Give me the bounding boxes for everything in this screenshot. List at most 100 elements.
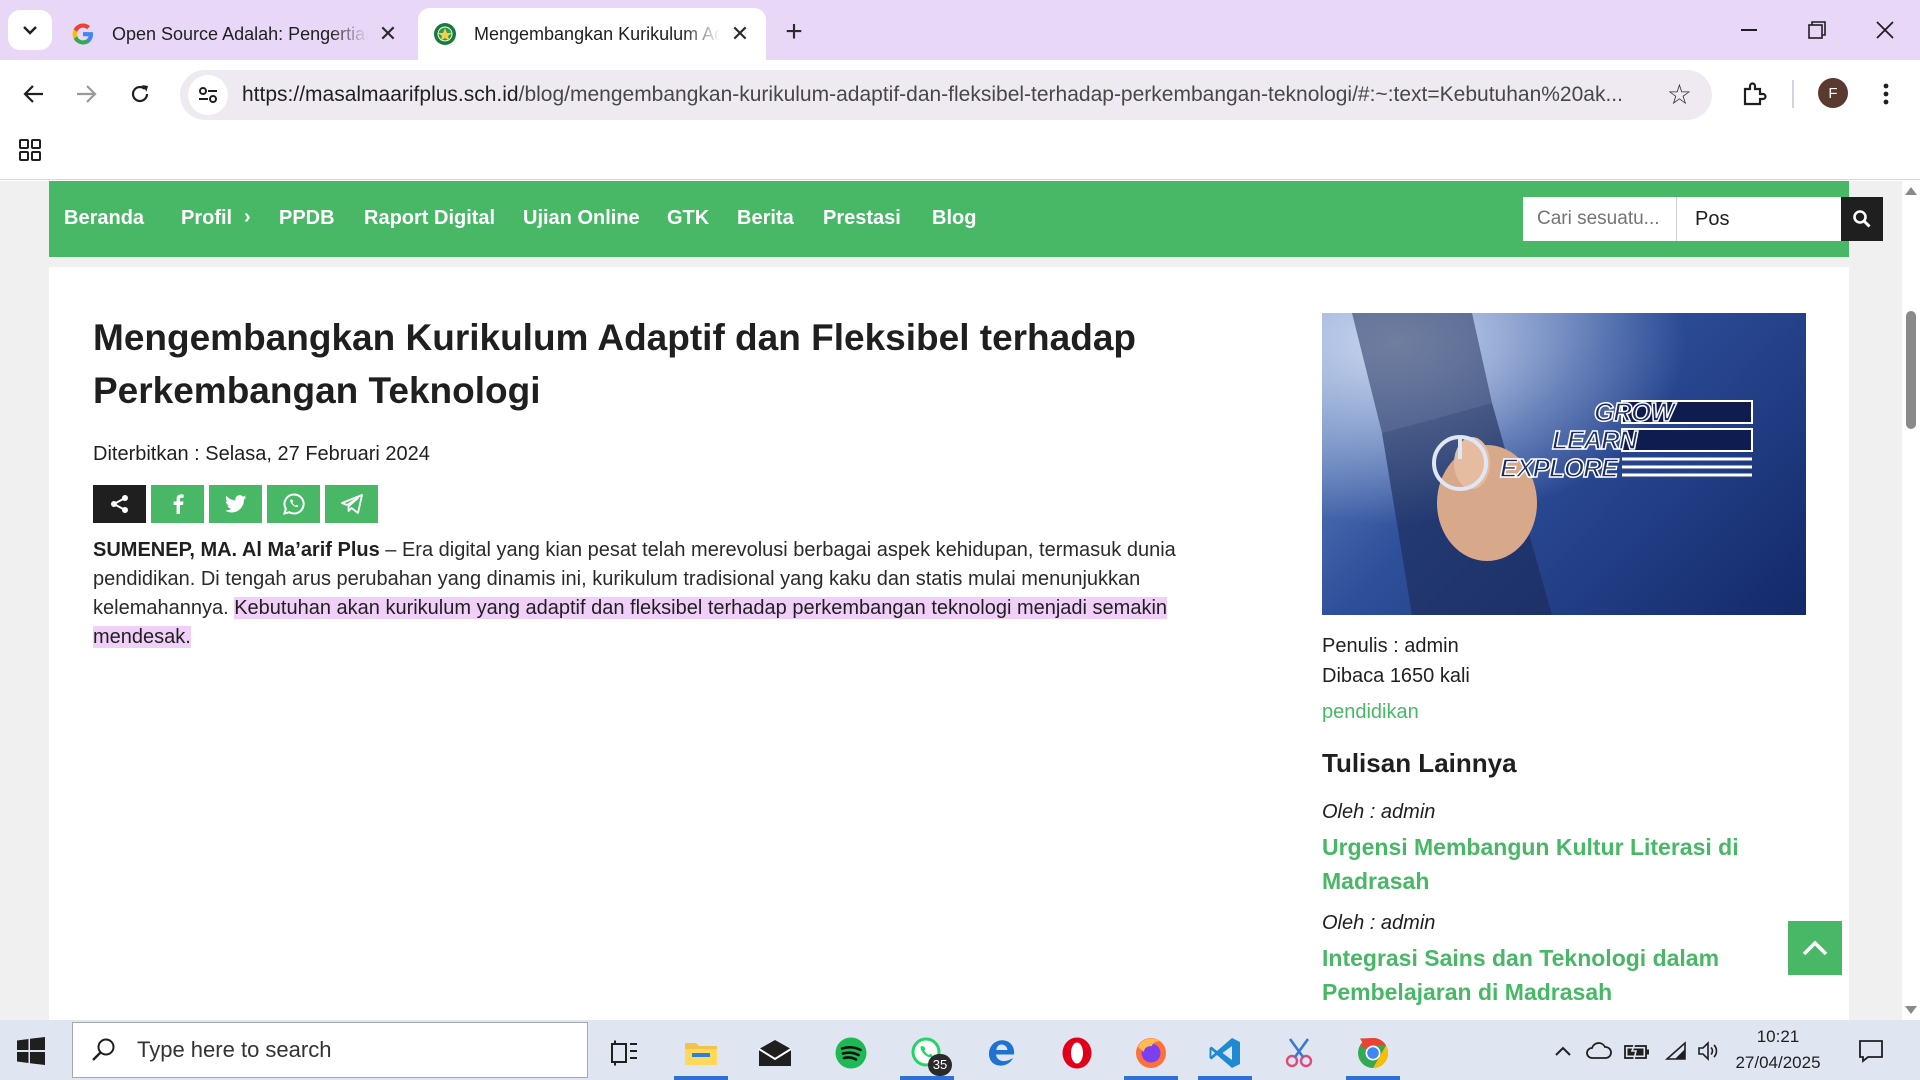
- image-word-explore: EXPLORE: [1499, 452, 1619, 484]
- chevron-right-icon: ›: [244, 206, 251, 228]
- tray-overflow-chevron-up-icon[interactable]: [1550, 1036, 1576, 1066]
- chevron-up-icon: [1802, 940, 1828, 956]
- whatsapp-unread-badge: 35: [928, 1054, 952, 1076]
- post-category-link[interactable]: pendidikan: [1322, 701, 1806, 724]
- share-whatsapp-button[interactable]: [267, 485, 320, 523]
- url-text[interactable]: https://masalmaarifplus.sch.id/blog/meng…: [242, 83, 1642, 107]
- other-posts-heading: Tulisan Lainnya: [1322, 748, 1517, 778]
- nav-prestasi[interactable]: Prestasi: [823, 207, 901, 230]
- forward-arrow-icon[interactable]: [66, 74, 106, 114]
- battery-icon[interactable]: [1622, 1036, 1652, 1066]
- opera-icon[interactable]: [1046, 1026, 1108, 1080]
- page-viewport: Beranda Profil › PPDB Raport Digital Uji…: [0, 181, 1902, 1020]
- other-post-author: Oleh : admin: [1322, 801, 1436, 823]
- tab-open-source[interactable]: Open Source Adalah: Pengertian ✕: [56, 8, 414, 60]
- taskbar-search-box[interactable]: Type here to search: [72, 1022, 588, 1078]
- onedrive-cloud-icon[interactable]: [1584, 1036, 1614, 1066]
- snipping-tool-icon[interactable]: [1268, 1026, 1330, 1080]
- profile-avatar[interactable]: F: [1818, 78, 1848, 108]
- nav-beranda[interactable]: Beranda: [64, 207, 144, 230]
- share-buttons: [93, 485, 378, 523]
- site-info-tune-icon[interactable]: [188, 75, 228, 115]
- bookmark-star-icon[interactable]: ☆: [1667, 80, 1692, 110]
- scroll-down-arrow-icon[interactable]: [1905, 1006, 1917, 1014]
- post-lead-bold: SUMENEP, MA. Al Ma’arif Plus: [93, 539, 380, 561]
- page-scrollbar[interactable]: [1902, 181, 1920, 1020]
- post-date: Diterbitkan : Selasa, 27 Februari 2024: [93, 443, 430, 465]
- share-icon: [110, 495, 128, 513]
- google-g-icon: [70, 21, 96, 47]
- address-bar[interactable]: https://masalmaarifplus.sch.id/blog/meng…: [180, 70, 1712, 120]
- notification-center-icon[interactable]: [1854, 1036, 1888, 1066]
- post-body: SUMENEP, MA. Al Ma’arif Plus – Era digit…: [93, 536, 1223, 652]
- tab-strip: Open Source Adalah: Pengertian ✕ Mengemb…: [0, 0, 1920, 60]
- image-word-grow: GROW: [1593, 396, 1675, 428]
- scroll-up-arrow-icon[interactable]: [1905, 187, 1917, 195]
- firefox-icon[interactable]: [1120, 1026, 1182, 1080]
- more-menu-icon[interactable]: [1866, 74, 1906, 114]
- scrollbar-thumb[interactable]: [1906, 311, 1916, 429]
- post-title: Mengembangkan Kurikulum Adaptif dan Flek…: [93, 317, 1137, 411]
- site-navigation: Beranda Profil › PPDB Raport Digital Uji…: [49, 181, 1883, 257]
- tab-search-button[interactable]: [8, 10, 52, 50]
- other-post-link[interactable]: Integrasi Sains dan Teknologi dalam Pemb…: [1322, 941, 1806, 1009]
- nav-ppdb[interactable]: PPDB: [279, 207, 335, 230]
- nav-profil[interactable]: Profil: [181, 207, 232, 230]
- search-scope-select[interactable]: Pos: [1677, 197, 1841, 241]
- nav-ujian-online[interactable]: Ujian Online: [523, 207, 640, 230]
- facebook-icon: [173, 494, 184, 514]
- nav-blog[interactable]: Blog: [932, 207, 976, 230]
- school-logo-icon: [432, 21, 458, 47]
- nav-berita[interactable]: Berita: [737, 207, 794, 230]
- content-card: Mengembangkan Kurikulum Adaptif dan Flek…: [49, 267, 1849, 1020]
- share-button[interactable]: [93, 485, 146, 523]
- close-icon[interactable]: ✕: [728, 21, 752, 46]
- search-button[interactable]: [1841, 197, 1883, 241]
- task-view-icon[interactable]: [594, 1026, 656, 1080]
- window-close-icon[interactable]: [1856, 8, 1914, 52]
- search-icon: [92, 1038, 115, 1061]
- browser-toolbar: https://masalmaarifplus.sch.id/blog/meng…: [0, 60, 1920, 130]
- nav-raport-digital[interactable]: Raport Digital: [364, 207, 495, 230]
- back-arrow-icon[interactable]: [14, 74, 54, 114]
- extensions-puzzle-icon[interactable]: [1734, 74, 1774, 114]
- restore-icon[interactable]: [1788, 8, 1846, 52]
- taskbar-clock[interactable]: 10:21 27/04/2025: [1728, 1024, 1828, 1076]
- search-icon: [1853, 210, 1871, 228]
- spotify-icon[interactable]: [820, 1026, 882, 1080]
- reload-icon[interactable]: [120, 74, 160, 114]
- volume-icon[interactable]: [1694, 1036, 1724, 1066]
- file-explorer-icon[interactable]: [670, 1026, 732, 1080]
- share-facebook-button[interactable]: [151, 485, 204, 523]
- new-tab-plus-icon[interactable]: +: [774, 12, 814, 52]
- post-sidebar: GROW LEARN EXPLORE Penulis : admin Dibac…: [1322, 313, 1806, 1009]
- edge-legacy-icon[interactable]: [970, 1026, 1032, 1080]
- taskbar-search-placeholder: Type here to search: [137, 1037, 332, 1062]
- minimize-icon[interactable]: [1720, 8, 1778, 52]
- post-author: Penulis : admin: [1322, 635, 1459, 657]
- site-search-input[interactable]: [1523, 197, 1677, 241]
- whatsapp-app-icon[interactable]: 35: [896, 1026, 958, 1080]
- toolbar-divider: [1792, 80, 1794, 108]
- other-post-link[interactable]: Urgensi Membangun Kultur Literasi di Mad…: [1322, 830, 1806, 898]
- search-scope-value: Pos: [1695, 208, 1730, 230]
- apps-grid-icon[interactable]: [18, 138, 42, 162]
- clock-date: 27/04/2025: [1735, 1053, 1821, 1072]
- chevron-down-icon: [23, 26, 37, 35]
- twitter-icon: [224, 495, 246, 513]
- wifi-icon[interactable]: [1660, 1036, 1690, 1066]
- share-telegram-button[interactable]: [325, 485, 378, 523]
- tab-title: Open Source Adalah: Pengertian: [112, 23, 368, 44]
- vscode-icon[interactable]: [1194, 1026, 1256, 1080]
- share-twitter-button[interactable]: [209, 485, 262, 523]
- nav-gtk[interactable]: GTK: [667, 207, 709, 230]
- tab-kurikulum[interactable]: Mengembangkan Kurikulum Adaptif ✕: [418, 8, 766, 60]
- windows-start-icon[interactable]: [16, 1036, 46, 1066]
- mail-icon[interactable]: [744, 1026, 806, 1080]
- image-word-learn: LEARN: [1551, 424, 1638, 456]
- back-to-top-button[interactable]: [1788, 921, 1842, 975]
- post-highlighted-text: Kebutuhan akan kurikulum yang adaptif da…: [93, 597, 1168, 648]
- close-icon[interactable]: ✕: [376, 21, 400, 46]
- chrome-icon[interactable]: [1342, 1026, 1404, 1080]
- other-post-author: Oleh : admin: [1322, 912, 1436, 934]
